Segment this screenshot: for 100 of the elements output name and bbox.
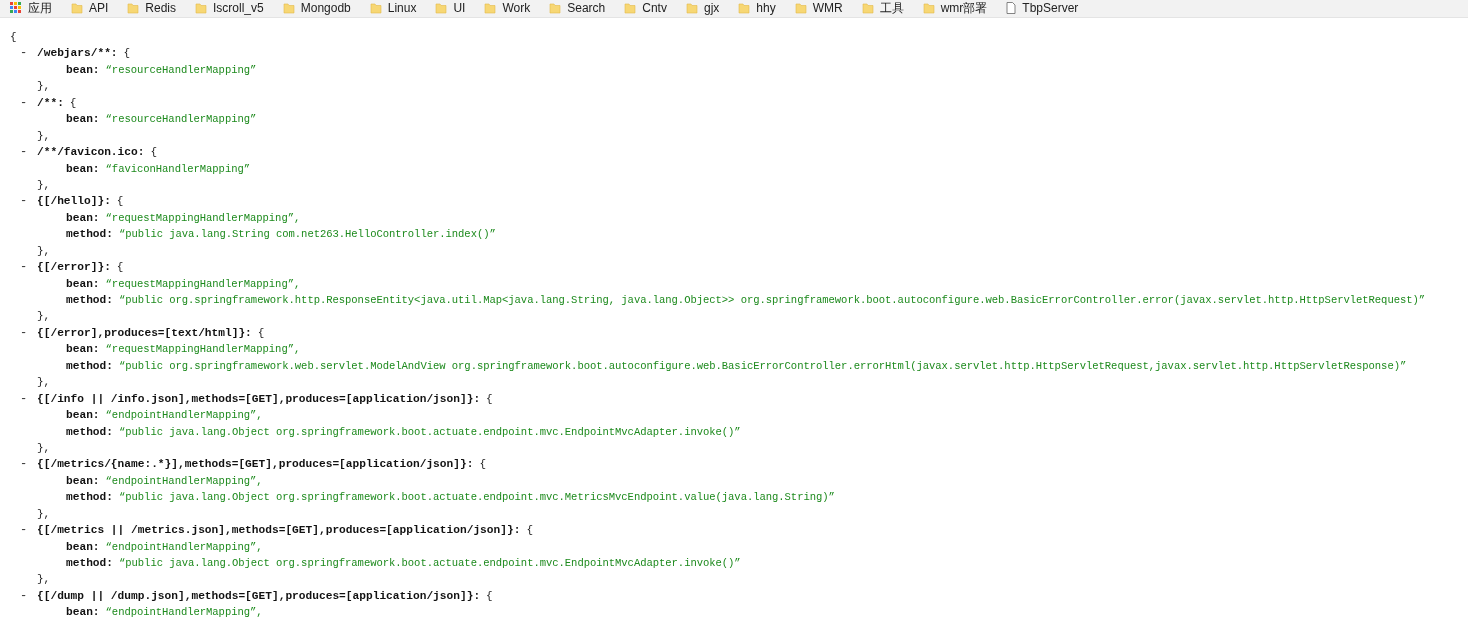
json-key: bean: <box>66 472 100 490</box>
folder-icon <box>282 2 295 14</box>
json-string: “endpointHandlerMapping”, <box>105 408 263 424</box>
json-key: bean: <box>66 407 100 424</box>
collapse-toggle[interactable]: - <box>20 94 31 112</box>
bookmark-link[interactable]: Redis <box>145 1 177 15</box>
folder-icon <box>861 2 874 14</box>
json-string: “requestMappingHandlerMapping”, <box>105 210 301 226</box>
folder-icon <box>484 2 497 14</box>
json-brace: }, <box>37 177 51 193</box>
json-key: bean: <box>66 61 100 79</box>
json-key: bean: <box>66 341 100 358</box>
folder-icon <box>685 2 698 14</box>
collapse-toggle[interactable]: - <box>20 193 31 210</box>
json-brace: { <box>69 95 77 111</box>
json-brace: }, <box>37 309 51 325</box>
json-brace: }, <box>37 79 51 95</box>
bookmark-link[interactable]: gjx <box>703 1 720 15</box>
json-string: “endpointHandlerMapping”, <box>105 605 263 619</box>
json-brace: }, <box>37 440 51 456</box>
bookmark-link[interactable]: API <box>89 1 109 15</box>
folder-icon <box>369 2 382 14</box>
json-key: {[/error]}: <box>37 259 111 276</box>
json-string: “endpointHandlerMapping”, <box>105 473 263 489</box>
json-brace: { <box>10 30 17 45</box>
json-key: /webjars/**: <box>37 45 118 62</box>
json-key: /**: <box>37 94 64 112</box>
json-key: {[/dump || /dump.json],methods=[GET],produces=[application/json]}: <box>37 587 481 605</box>
json-key: method: <box>66 555 113 572</box>
json-key: {[/metrics || /metrics.json],methods=[GET],produces=[application/json]}: <box>37 522 521 539</box>
folder-icon <box>195 2 208 14</box>
apps-grid-icon <box>10 2 22 14</box>
collapse-toggle[interactable]: - <box>20 45 31 62</box>
json-string: “public java.lang.Object org.springframework.boot.actuate.endpoint.mvc.MetricsMvcEndpoint.value(java.lang.String)” <box>119 490 835 506</box>
folder-icon <box>549 2 562 14</box>
collapse-toggle[interactable]: - <box>20 456 31 473</box>
bookmark-link[interactable]: 工具 <box>879 0 904 17</box>
folder-icon <box>922 2 935 14</box>
collapse-toggle[interactable]: - <box>20 324 31 342</box>
json-string: “public org.springframework.http.ResponseEntity<java.util.Map<java.lang.String, java.lang.Object>> org.springframework.boot.autoconfigure.web.BasicErrorController.error(javax.servlet.http.HttpServletRequest)” <box>119 293 1426 308</box>
collapse-toggle[interactable]: - <box>20 522 31 539</box>
bookmark-link[interactable]: TbpServer <box>1022 1 1079 15</box>
json-string: “resourceHandlerMapping” <box>105 112 257 128</box>
json-brace: { <box>479 457 486 473</box>
json-key: bean: <box>66 111 100 128</box>
json-string: “public java.lang.String com.net263.HelloController.index()” <box>119 227 496 243</box>
json-key: method: <box>66 226 113 243</box>
json-brace: { <box>486 391 493 407</box>
json-key: {[/hello]}: <box>37 193 111 210</box>
bookmark-link[interactable]: Search <box>567 1 606 15</box>
json-string: “resourceHandlerMapping” <box>105 62 257 78</box>
bookmark-link[interactable]: hhy <box>756 1 776 15</box>
json-key: {[/info || /info.json],methods=[GET],produces=[application/json]}: <box>37 390 481 408</box>
json-string: “public java.lang.Object org.springframework.boot.actuate.endpoint.mvc.EndpointMvcAdapter.invoke()” <box>119 556 741 571</box>
bookmark-link[interactable]: Cntv <box>642 1 667 15</box>
collapse-toggle[interactable]: - <box>20 144 31 161</box>
json-string: “public java.lang.Object org.springframework.boot.actuate.endpoint.mvc.EndpointMvcAdapter.invoke()” <box>119 424 741 440</box>
folder-icon <box>624 2 637 14</box>
folder-icon <box>738 2 751 14</box>
json-key: bean: <box>66 209 100 227</box>
bookmark-link[interactable]: Linux <box>387 1 417 15</box>
folder-icon <box>435 2 448 14</box>
json-key: bean: <box>66 275 100 292</box>
collapse-toggle[interactable]: - <box>20 259 31 276</box>
json-brace: { <box>526 523 533 539</box>
collapse-toggle[interactable]: - <box>20 587 31 605</box>
json-brace: { <box>116 194 124 210</box>
bookmark-link[interactable]: Work <box>502 1 531 15</box>
json-string: “endpointHandlerMapping”, <box>105 539 263 555</box>
json-key: bean: <box>66 538 100 555</box>
json-brace: }, <box>37 128 51 144</box>
folder-icon <box>794 2 807 14</box>
folder-icon <box>127 2 140 14</box>
page-icon <box>1006 2 1017 14</box>
json-key: method: <box>66 357 113 375</box>
json-brace: { <box>486 588 493 604</box>
json-key: bean: <box>66 604 100 619</box>
bookmark-link[interactable]: Mongodb <box>300 1 351 15</box>
json-brace: }, <box>37 375 51 391</box>
json-brace: { <box>257 325 265 341</box>
json-brace: { <box>116 260 124 276</box>
json-string: “faviconHandlerMapping” <box>105 161 250 177</box>
json-brace: { <box>123 46 131 62</box>
json-brace: }, <box>37 572 51 588</box>
json-brace: }, <box>37 243 51 259</box>
bookmark-link[interactable]: Iscroll_v5 <box>213 1 264 15</box>
bookmark-link[interactable]: 应用 <box>28 0 52 17</box>
collapse-toggle[interactable]: - <box>20 390 31 408</box>
json-string: “requestMappingHandlerMapping”, <box>105 342 301 358</box>
json-string: “public org.springframework.web.servlet.ModelAndView org.springframework.boot.autoconfigure.web.BasicErrorController.errorHtml(javax.servlet.http.HttpServletRequest,javax.servlet.http.HttpServletResponse)” <box>119 358 1407 374</box>
bookmark-link[interactable]: UI <box>453 1 466 15</box>
json-key: method: <box>66 489 113 506</box>
bookmark-link[interactable]: wmr部署 <box>940 0 988 17</box>
json-key: bean: <box>66 160 100 177</box>
json-brace: { <box>150 145 158 161</box>
folder-icon <box>71 2 83 14</box>
bookmark-link[interactable]: WMR <box>812 1 843 15</box>
json-string: “requestMappingHandlerMapping”, <box>105 276 301 292</box>
json-key: method: <box>66 292 113 309</box>
json-brace: }, <box>37 506 51 522</box>
